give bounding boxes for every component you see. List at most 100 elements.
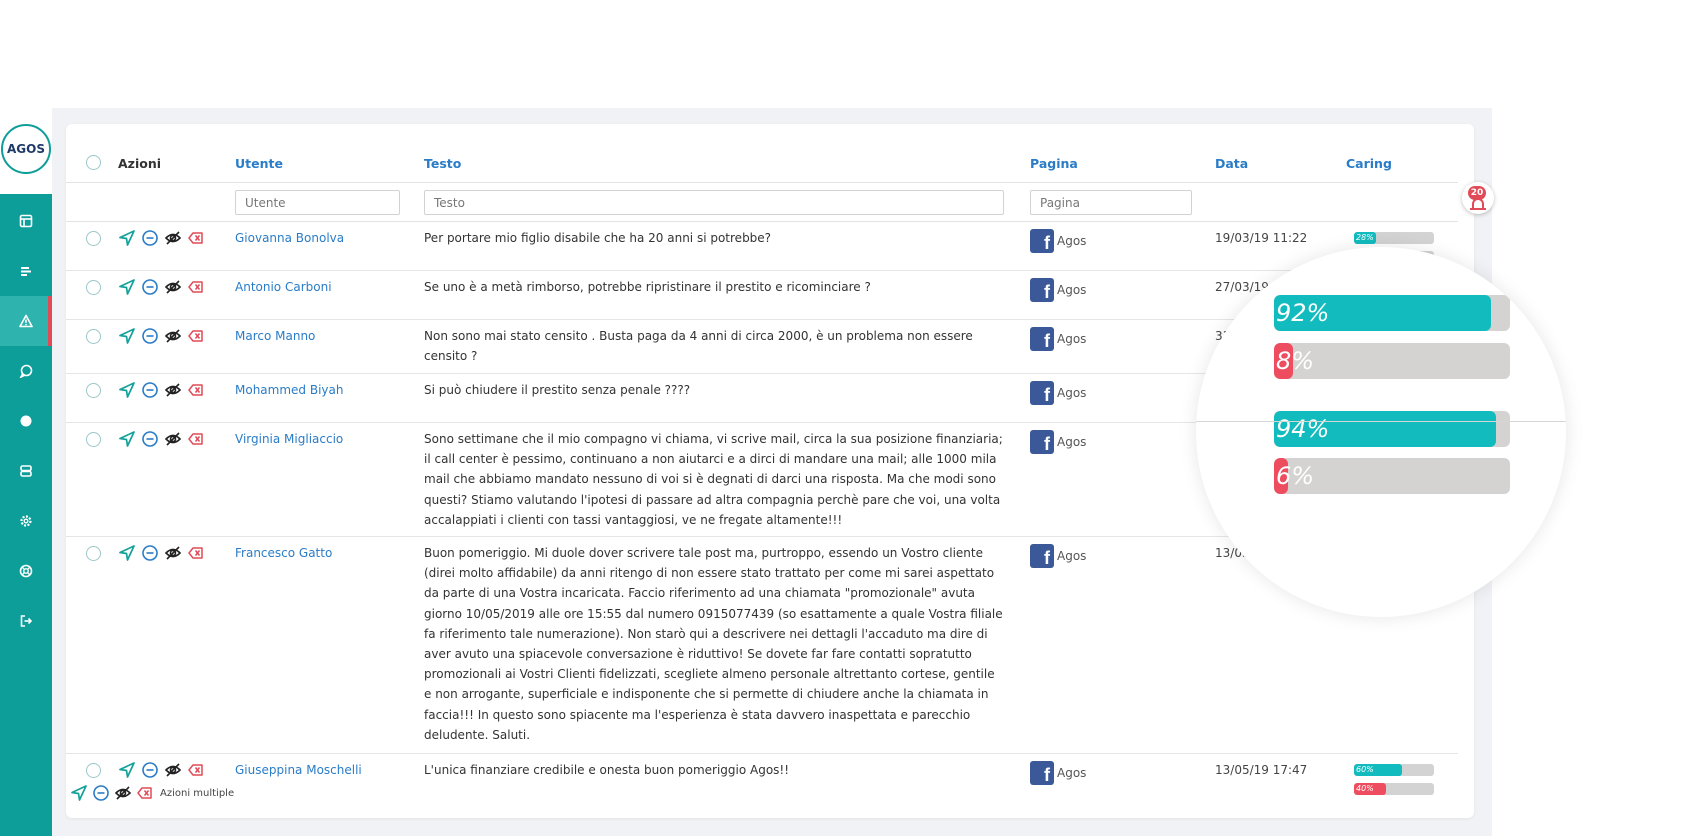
page-cell[interactable]: f Agos (1030, 229, 1086, 253)
sidebar-item-list[interactable] (0, 246, 52, 296)
comment-text: Non sono mai stato censito . Busta paga … (424, 329, 973, 364)
page-cell[interactable]: f Agos (1030, 430, 1086, 454)
send-icon[interactable] (118, 430, 136, 448)
remove-circle-icon[interactable] (92, 784, 110, 802)
circle-icon (20, 415, 32, 427)
comment-text: Se uno è a metà rimborso, potrebbe ripri… (424, 280, 871, 294)
sidebar-item-dashboard[interactable] (0, 196, 52, 246)
remove-circle-icon[interactable] (141, 761, 159, 779)
send-icon[interactable] (118, 761, 136, 779)
delete-icon[interactable] (136, 784, 154, 802)
hide-icon[interactable] (164, 278, 182, 296)
delete-icon[interactable] (187, 544, 205, 562)
remove-circle-icon[interactable] (141, 229, 159, 247)
remove-circle-icon[interactable] (141, 327, 159, 345)
header-caring[interactable]: Caring (1346, 156, 1392, 171)
page-cell[interactable]: f Agos (1030, 761, 1086, 785)
page-cell[interactable]: f Agos (1030, 381, 1086, 405)
user-link[interactable]: Virginia Migliaccio (235, 429, 343, 449)
page-filter-input[interactable] (1030, 190, 1192, 215)
user-link[interactable]: Antonio Carboni (235, 277, 332, 297)
zoom-positive-label: 92% (1276, 299, 1330, 327)
row-select-radio[interactable] (86, 763, 101, 778)
delete-icon[interactable] (187, 381, 205, 399)
remove-circle-icon[interactable] (141, 544, 159, 562)
send-icon[interactable] (118, 229, 136, 247)
send-icon[interactable] (118, 327, 136, 345)
page-name: Agos (1057, 385, 1087, 400)
delete-icon[interactable] (187, 761, 205, 779)
sidebar-nav (0, 196, 52, 646)
row-select-radio[interactable] (86, 280, 101, 295)
user-filter-input[interactable] (235, 190, 400, 215)
user-link[interactable]: Giuseppina Moschelli (235, 760, 362, 780)
hide-icon[interactable] (164, 229, 182, 247)
remove-circle-icon[interactable] (141, 381, 159, 399)
select-all-radio[interactable] (86, 155, 101, 170)
remove-circle-icon[interactable] (141, 430, 159, 448)
hide-icon[interactable] (164, 544, 182, 562)
zoom-negative-bar: 8% (1274, 343, 1510, 379)
header-page[interactable]: Pagina (1030, 156, 1078, 171)
page-cell[interactable]: f Agos (1030, 278, 1086, 302)
sidebar-item-alerts[interactable] (0, 296, 52, 346)
comment-text: Sono settimane che il mio compagno vi ch… (424, 432, 1003, 527)
hide-icon[interactable] (164, 761, 182, 779)
comment-text: Si può chiudere il prestito senza penale… (424, 383, 691, 397)
user-link[interactable]: Francesco Gatto (235, 543, 332, 563)
sidebar-item-status[interactable] (0, 396, 52, 446)
list-icon (21, 267, 31, 276)
agos-logo[interactable]: AGOS (1, 124, 51, 174)
facebook-icon: f (1030, 544, 1054, 568)
page-name: Agos (1057, 434, 1087, 449)
sidebar: AGOS (0, 108, 52, 836)
positive-bar: 28% (1354, 232, 1434, 244)
header-user[interactable]: Utente (235, 156, 283, 171)
table-row: Giovanna Bonolva Per portare mio figlio d… (66, 222, 1458, 271)
caring-zoom-callout: 92% 8% 94% 6% (1196, 247, 1566, 617)
notification-button[interactable]: 20 (1462, 182, 1494, 214)
header-text[interactable]: Testo (424, 156, 461, 171)
zoom-divider (1196, 421, 1566, 422)
user-link[interactable]: Giovanna Bonolva (235, 228, 344, 248)
row-select-radio[interactable] (86, 546, 101, 561)
multi-actions-bar: Azioni multiple (66, 784, 234, 802)
delete-icon[interactable] (187, 327, 205, 345)
hide-icon[interactable] (164, 381, 182, 399)
delete-icon[interactable] (187, 430, 205, 448)
text-filter-input[interactable] (424, 190, 1004, 215)
hide-icon[interactable] (114, 784, 132, 802)
facebook-icon: f (1030, 327, 1054, 351)
zoom-positive-bar: 92% (1274, 295, 1510, 331)
table-row: Giuseppina Moschelli L'unica finanziare c… (66, 754, 1458, 795)
bell-icon (1470, 198, 1486, 210)
page-name: Agos (1057, 282, 1087, 297)
page-name: Agos (1057, 331, 1087, 346)
gear-icon (20, 515, 32, 527)
sidebar-item-support[interactable] (0, 546, 52, 596)
send-icon[interactable] (70, 784, 88, 802)
hide-icon[interactable] (164, 430, 182, 448)
send-icon[interactable] (118, 544, 136, 562)
user-link[interactable]: Mohammed Biyah (235, 380, 343, 400)
sidebar-item-database[interactable] (0, 446, 52, 496)
row-actions (118, 543, 205, 563)
sidebar-item-logout[interactable] (0, 596, 52, 646)
remove-circle-icon[interactable] (141, 278, 159, 296)
row-select-radio[interactable] (86, 329, 101, 344)
send-icon[interactable] (118, 381, 136, 399)
delete-icon[interactable] (187, 278, 205, 296)
page-cell[interactable]: f Agos (1030, 544, 1086, 568)
row-select-radio[interactable] (86, 432, 101, 447)
row-select-radio[interactable] (86, 383, 101, 398)
user-link[interactable]: Marco Manno (235, 326, 315, 346)
sidebar-item-chat[interactable] (0, 346, 52, 396)
send-icon[interactable] (118, 278, 136, 296)
page-cell[interactable]: f Agos (1030, 327, 1086, 351)
facebook-icon: f (1030, 229, 1054, 253)
delete-icon[interactable] (187, 229, 205, 247)
sidebar-item-settings[interactable] (0, 496, 52, 546)
header-date[interactable]: Data (1215, 156, 1248, 171)
row-select-radio[interactable] (86, 231, 101, 246)
hide-icon[interactable] (164, 327, 182, 345)
